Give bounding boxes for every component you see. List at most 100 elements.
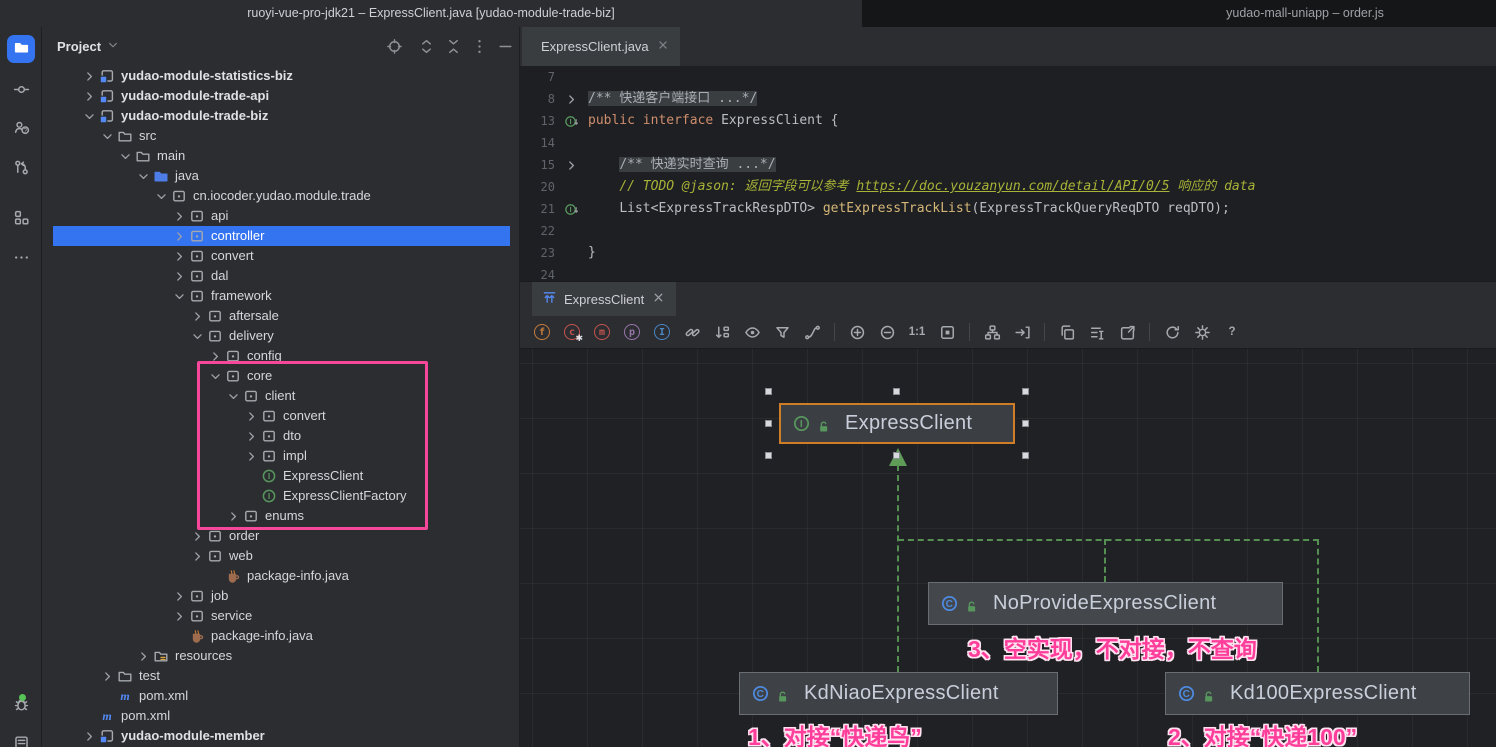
- tree-item-framework[interactable]: framework: [42, 286, 520, 306]
- selection-handle[interactable]: [893, 452, 900, 459]
- tree-item-aftersale[interactable]: aftersale: [42, 306, 520, 326]
- expand-all-icon[interactable]: [418, 38, 436, 56]
- selection-handle[interactable]: [765, 452, 772, 459]
- methods-toggle[interactable]: m: [590, 320, 614, 344]
- chevron-right-icon[interactable]: [170, 228, 188, 244]
- background-window-titlebar[interactable]: yudao-mall-uniapp – order.js: [862, 0, 1496, 27]
- tree-item-pom-xml[interactable]: mpom.xml: [42, 706, 520, 726]
- chevron-right-icon[interactable]: [134, 648, 152, 664]
- chevron-down-icon[interactable]: [98, 128, 116, 144]
- chevron-right-icon[interactable]: [98, 668, 116, 684]
- tree-item-pom-xml[interactable]: mpom.xml: [42, 686, 520, 706]
- tree-item-service[interactable]: service: [42, 606, 520, 626]
- zoom-out-icon[interactable]: [875, 320, 899, 344]
- interface-implementations-icon[interactable]: I: [555, 110, 588, 132]
- structure-tool[interactable]: [7, 205, 35, 233]
- tree-item-java[interactable]: java: [42, 166, 520, 186]
- constructors-toggle[interactable]: c✱: [560, 320, 584, 344]
- panel-options-icon[interactable]: [471, 38, 489, 56]
- help-icon[interactable]: ?: [1220, 320, 1244, 344]
- tree-item-controller[interactable]: controller: [42, 226, 520, 246]
- filter-icon[interactable]: [770, 320, 794, 344]
- properties-toggle[interactable]: p: [620, 320, 644, 344]
- chevron-right-icon[interactable]: [242, 448, 260, 464]
- fields-toggle[interactable]: f: [530, 320, 554, 344]
- chevron-right-icon[interactable]: [170, 248, 188, 264]
- chevron-right-icon[interactable]: [224, 508, 242, 524]
- tree-item-src[interactable]: src: [42, 126, 520, 146]
- dependencies-icon[interactable]: [680, 320, 704, 344]
- interface-implementations-icon[interactable]: I: [555, 198, 588, 220]
- chevron-right-icon[interactable]: [188, 528, 206, 544]
- debug-tool[interactable]: [7, 690, 35, 718]
- chevron-down-icon[interactable]: [170, 288, 188, 304]
- tree-item-api[interactable]: api: [42, 206, 520, 226]
- chevron-right-icon[interactable]: [242, 408, 260, 424]
- chevron-down-icon[interactable]: [206, 368, 224, 384]
- hide-panel-icon[interactable]: [497, 38, 515, 56]
- tree-item-job[interactable]: job: [42, 586, 520, 606]
- project-tree[interactable]: yudao-module-statistics-bizyudao-module-…: [42, 66, 520, 747]
- selection-handle[interactable]: [893, 388, 900, 395]
- chevron-right-icon[interactable]: [80, 68, 98, 84]
- chevron-down-icon[interactable]: [224, 388, 242, 404]
- export-icon[interactable]: [1115, 320, 1139, 344]
- tree-item-convert[interactable]: convert: [42, 246, 520, 266]
- tree-item-main[interactable]: main: [42, 146, 520, 166]
- actual-size-label[interactable]: 1:1: [905, 320, 929, 344]
- tree-item-package-info-java[interactable]: package-info.java: [42, 566, 520, 586]
- visibility-scope-icon[interactable]: [740, 320, 764, 344]
- zoom-in-icon[interactable]: [845, 320, 869, 344]
- tree-item-cn-iocoder-yudao-module-trade[interactable]: cn.iocoder.yudao.module.trade: [42, 186, 520, 206]
- tree-item-yudao-module-trade-biz[interactable]: yudao-module-trade-biz: [42, 106, 520, 126]
- diagram-canvas[interactable]: IExpressClientCNoProvideExpressClientCKd…: [520, 349, 1496, 747]
- chevron-down-icon[interactable]: [134, 168, 152, 184]
- tree-item-convert[interactable]: convert: [42, 406, 520, 426]
- pull-requests-tool[interactable]: [7, 155, 35, 183]
- route-edges-icon[interactable]: [1010, 320, 1034, 344]
- chevron-down-icon[interactable]: [152, 188, 170, 204]
- chevron-right-icon[interactable]: [170, 608, 188, 624]
- chevron-right-icon[interactable]: [80, 728, 98, 744]
- commit-tool[interactable]: [7, 77, 35, 105]
- tree-item-expressclient[interactable]: IExpressClient: [42, 466, 520, 486]
- tree-item-delivery[interactable]: delivery: [42, 326, 520, 346]
- inner-classes-toggle[interactable]: I: [650, 320, 674, 344]
- code-with-me-tool[interactable]: ?: [7, 115, 35, 143]
- selection-handle[interactable]: [1022, 420, 1029, 427]
- tree-item-core[interactable]: core: [42, 366, 520, 386]
- tree-item-dto[interactable]: dto: [42, 426, 520, 446]
- selection-handle[interactable]: [1022, 452, 1029, 459]
- tree-item-yudao-module-trade-api[interactable]: yudao-module-trade-api: [42, 86, 520, 106]
- diagram-node-kdniaoexpressclient[interactable]: CKdNiaoExpressClient: [739, 672, 1058, 715]
- selection-handle[interactable]: [765, 388, 772, 395]
- selection-handle[interactable]: [765, 420, 772, 427]
- chevron-down-icon[interactable]: [188, 328, 206, 344]
- fold-marker-icon[interactable]: [555, 154, 588, 176]
- chevron-right-icon[interactable]: [188, 308, 206, 324]
- project-tool[interactable]: [7, 35, 35, 63]
- selection-handle[interactable]: [1022, 388, 1029, 395]
- locate-icon[interactable]: [386, 38, 404, 56]
- layout-icon[interactable]: [980, 320, 1004, 344]
- show-notes-icon[interactable]: [1085, 320, 1109, 344]
- chevron-right-icon[interactable]: [188, 548, 206, 564]
- tree-item-enums[interactable]: enums: [42, 506, 520, 526]
- tree-item-web[interactable]: web: [42, 546, 520, 566]
- diagram-node-kd100expressclient[interactable]: CKd100ExpressClient: [1165, 672, 1470, 715]
- services-tool[interactable]: [7, 728, 35, 747]
- close-icon[interactable]: [651, 290, 666, 308]
- tree-item-resources[interactable]: resources: [42, 646, 520, 666]
- diagram-node-noprovideexpressclient[interactable]: CNoProvideExpressClient: [928, 582, 1283, 625]
- chevron-right-icon[interactable]: [80, 88, 98, 104]
- tree-item-expressclientfactory[interactable]: IExpressClientFactory: [42, 486, 520, 506]
- project-panel-title[interactable]: Project: [57, 27, 120, 66]
- code-editor[interactable]: 78/** 快递客户端接口 ...*/13Ipublic interface E…: [520, 66, 1496, 281]
- chevron-right-icon[interactable]: [242, 428, 260, 444]
- chevron-right-icon[interactable]: [170, 208, 188, 224]
- fit-content-icon[interactable]: [935, 320, 959, 344]
- tree-item-dal[interactable]: dal: [42, 266, 520, 286]
- tree-item-yudao-module-member[interactable]: yudao-module-member: [42, 726, 520, 746]
- chevron-down-icon[interactable]: [80, 108, 98, 124]
- copy-diagram-icon[interactable]: [1055, 320, 1079, 344]
